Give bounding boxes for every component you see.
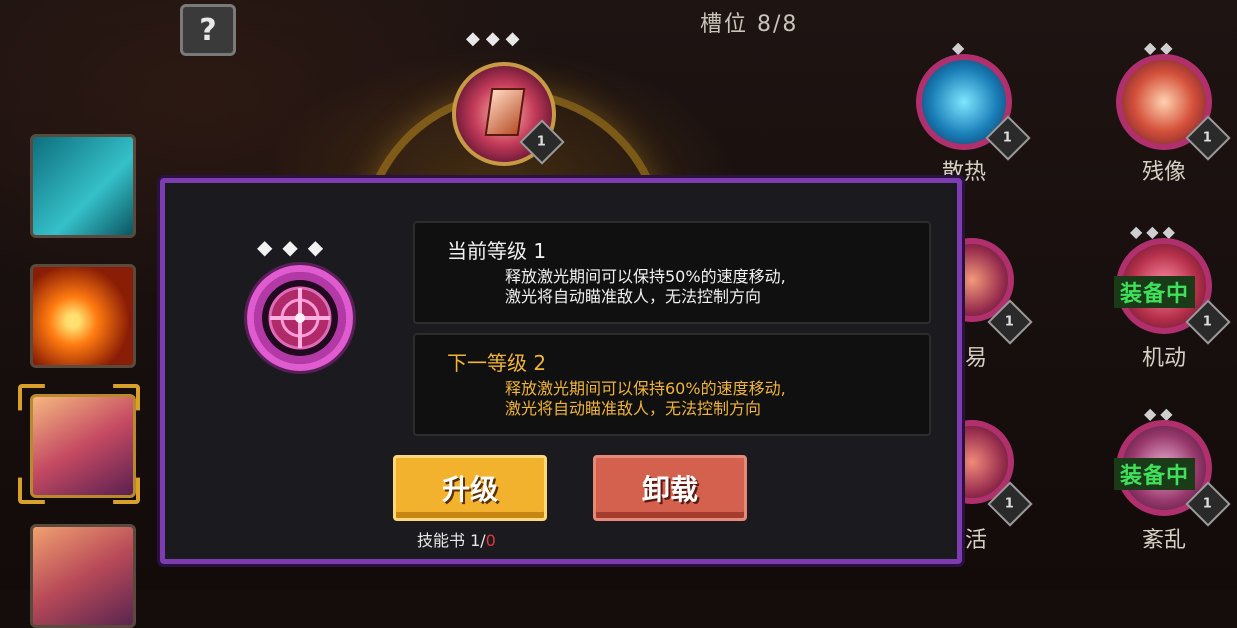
upgrade-button[interactable]: 升级 xyxy=(393,455,547,521)
next-level-box: 下一等级 2 释放激光期间可以保持60%的速度移动, 激光将自动瞄准敌人，无法控… xyxy=(413,333,931,436)
left-skill-1[interactable] xyxy=(30,134,136,238)
equipped-badge-chaos: 装备中 xyxy=(1114,458,1196,490)
next-level-title: 下一等级 2 xyxy=(447,351,547,375)
current-level-title: 当前等级 1 xyxy=(447,239,547,263)
current-level-desc-line1: 释放激光期间可以保持50%的速度移动, xyxy=(505,267,786,286)
help-button[interactable]: ? xyxy=(180,4,236,56)
current-level-desc: 释放激光期间可以保持50%的速度移动, 激光将自动瞄准敌人，无法控制方向 xyxy=(505,267,786,307)
unload-button[interactable]: 卸载 xyxy=(593,455,747,521)
next-level-desc-line2: 激光将自动瞄准敌人，无法控制方向 xyxy=(505,399,762,418)
top-orb-rank-dots: ◆◆◆ xyxy=(466,28,526,49)
next-level-desc: 释放激光期间可以保持60%的速度移动, 激光将自动瞄准敌人，无法控制方向 xyxy=(505,379,786,419)
right-skill-4-label: 机动 xyxy=(1141,346,1186,371)
skill-detail-modal: ◆◆◆ 当前等级 1 释放激光期间可以保持50%的速度移动, 激光将自动瞄准敌人… xyxy=(160,178,962,564)
crystal-icon xyxy=(484,88,526,136)
right-skill-2-label: 残像 xyxy=(1141,160,1186,185)
skillbook-required: 0 xyxy=(485,531,496,550)
modal-rank-dots: ◆◆◆ xyxy=(257,235,334,259)
slot-count: 槽位 8/8 xyxy=(700,12,799,37)
skillbook-count: 技能书 1/0 xyxy=(417,527,496,551)
left-skill-4[interactable] xyxy=(30,524,136,628)
left-skill-2[interactable] xyxy=(30,264,136,368)
skillbook-label: 技能书 1/ xyxy=(417,531,486,550)
current-level-desc-line2: 激光将自动瞄准敌人，无法控制方向 xyxy=(505,287,762,306)
laser-skill-orb xyxy=(247,265,353,371)
current-level-box: 当前等级 1 释放激光期间可以保持50%的速度移动, 激光将自动瞄准敌人，无法控… xyxy=(413,221,931,324)
selected-skill-frame xyxy=(18,384,140,504)
next-level-desc-line1: 释放激光期间可以保持60%的速度移动, xyxy=(505,379,786,398)
right-skill-6-label: 紊乱 xyxy=(1141,528,1186,553)
equipped-badge-mobility: 装备中 xyxy=(1114,276,1196,308)
crosshair-icon xyxy=(268,286,332,350)
